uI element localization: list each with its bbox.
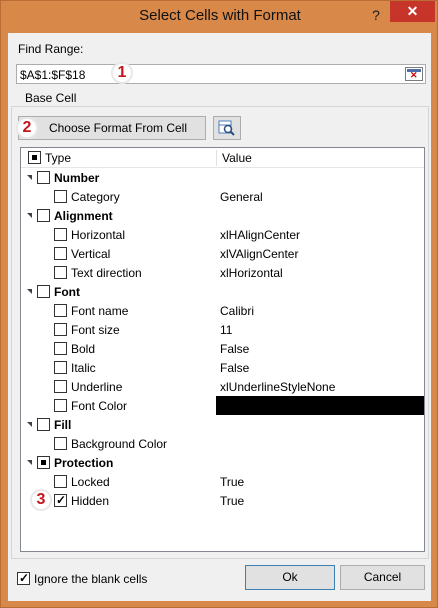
choose-format-button[interactable]: Choose Format From Cell — [18, 116, 206, 140]
ignore-blank-checkbox[interactable]: ✓ — [17, 571, 30, 585]
find-range-value: $A$1:$F$18 — [20, 68, 86, 82]
row-type-label: Underline — [71, 380, 123, 394]
row-type-label: Bold — [71, 342, 96, 356]
tree-item-row[interactable]: Font size 11 — [21, 320, 424, 339]
row-value: General — [220, 190, 263, 204]
expand-arrow-icon[interactable] — [27, 175, 32, 180]
row-checkbox[interactable] — [54, 304, 67, 317]
help-button[interactable]: ? — [363, 4, 389, 26]
annotation-badge-2: 2 — [16, 117, 38, 139]
find-range-label: Find Range: — [18, 42, 84, 56]
row-value: True — [220, 475, 245, 489]
row-checkbox[interactable] — [54, 228, 67, 241]
ignore-blank-label: Ignore the blank cells — [34, 572, 148, 586]
row-type-label: Number — [54, 171, 100, 185]
tree-item-row[interactable]: Locked True — [21, 472, 424, 491]
row-checkbox[interactable] — [37, 418, 50, 431]
dialog-body: Find Range: $A$1:$F$18 ✕ 1 Base Cell Cho… — [8, 33, 431, 601]
tree-category-row[interactable]: Fill — [21, 415, 424, 434]
row-checkbox[interactable] — [37, 209, 50, 222]
row-type-label: Text direction — [71, 266, 142, 280]
tree-item-row[interactable]: ✓ Hidden True — [21, 491, 424, 510]
font-color-swatch — [216, 396, 424, 415]
row-checkbox[interactable] — [37, 285, 50, 298]
row-type-label: Vertical — [71, 247, 111, 261]
title-bar: Select Cells with Format ? ✕ — [1, 1, 438, 33]
row-checkbox[interactable] — [54, 399, 67, 412]
value-column-header: Value — [222, 151, 252, 165]
row-value: xlUnderlineStyleNone — [220, 380, 336, 394]
tree-item-row[interactable]: Vertical xlVAlignCenter — [21, 244, 424, 263]
row-value: xlVAlignCenter — [220, 247, 299, 261]
row-checkbox[interactable] — [54, 342, 67, 355]
row-value: Calibri — [220, 304, 255, 318]
tree-item-row[interactable]: Text direction xlHorizontal — [21, 263, 424, 282]
row-checkbox[interactable] — [54, 323, 67, 336]
row-type-label: Font name — [71, 304, 129, 318]
magnify-preview-icon — [218, 120, 235, 136]
row-checkbox[interactable] — [54, 190, 67, 203]
row-type-label: Italic — [71, 361, 96, 375]
row-value: True — [220, 494, 245, 508]
format-tree: Type Value Number Category General Alignmen… — [20, 147, 425, 552]
row-checkbox[interactable] — [54, 437, 67, 450]
dialog-window: Select Cells with Format ? ✕ Find Range:… — [0, 0, 438, 608]
row-value: 11 — [220, 323, 233, 337]
tree-header: Type Value — [21, 148, 424, 168]
row-type-label: Hidden — [71, 494, 110, 508]
cancel-button[interactable]: Cancel — [340, 565, 425, 590]
tree-item-row[interactable]: Underline xlUnderlineStyleNone — [21, 377, 424, 396]
tree-category-row[interactable]: Number — [21, 168, 424, 187]
row-checkbox[interactable] — [37, 171, 50, 184]
tree-item-row[interactable]: Background Color — [21, 434, 424, 453]
tree-category-row[interactable]: Alignment — [21, 206, 424, 225]
row-value: xlHAlignCenter — [220, 228, 301, 242]
ok-button[interactable]: Ok — [245, 565, 335, 590]
preview-button[interactable] — [213, 116, 241, 140]
row-type-label: Protection — [54, 456, 114, 470]
type-column-header: Type — [45, 151, 72, 165]
row-type-label: Fill — [54, 418, 72, 432]
expand-arrow-icon[interactable] — [27, 289, 32, 294]
row-type-label: Category — [71, 190, 120, 204]
row-value: False — [220, 361, 250, 375]
tree-item-row[interactable]: Italic False — [21, 358, 424, 377]
row-checkbox[interactable] — [37, 456, 50, 469]
row-type-label: Font — [54, 285, 80, 299]
annotation-badge-1: 1 — [111, 62, 133, 84]
row-type-label: Locked — [71, 475, 110, 489]
base-cell-group-label: Base Cell — [23, 91, 79, 105]
expand-arrow-icon[interactable] — [27, 460, 32, 465]
annotation-badge-3: 3 — [30, 489, 52, 511]
find-range-input[interactable]: $A$1:$F$18 ✕ — [16, 64, 426, 84]
row-checkbox[interactable]: ✓ — [54, 493, 67, 507]
row-value: False — [220, 342, 250, 356]
row-type-label: Background Color — [71, 437, 168, 451]
tree-category-row[interactable]: Protection — [21, 453, 424, 472]
tree-category-row[interactable]: Font — [21, 282, 424, 301]
row-value: xlHorizontal — [220, 266, 283, 280]
tree-item-row[interactable]: Bold False — [21, 339, 424, 358]
tree-item-row[interactable]: Font Color — [21, 396, 424, 415]
row-type-label: Horizontal — [71, 228, 126, 242]
row-type-label: Font Color — [71, 399, 128, 413]
row-type-label: Font size — [71, 323, 120, 337]
close-button[interactable]: ✕ — [390, 1, 435, 22]
expand-arrow-icon[interactable] — [27, 422, 32, 427]
tree-item-row[interactable]: Font name Calibri — [21, 301, 424, 320]
row-checkbox[interactable] — [54, 475, 67, 488]
row-checkbox[interactable] — [54, 266, 67, 279]
row-checkbox[interactable] — [54, 361, 67, 374]
tree-item-row[interactable]: Category General — [21, 187, 424, 206]
row-checkbox[interactable] — [54, 247, 67, 260]
expand-arrow-icon[interactable] — [27, 213, 32, 218]
row-type-label: Alignment — [54, 209, 113, 223]
tree-item-row[interactable]: Horizontal xlHAlignCenter — [21, 225, 424, 244]
row-checkbox[interactable] — [54, 380, 67, 393]
select-all-checkbox[interactable] — [28, 151, 41, 164]
range-select-button[interactable]: ✕ — [405, 67, 423, 81]
